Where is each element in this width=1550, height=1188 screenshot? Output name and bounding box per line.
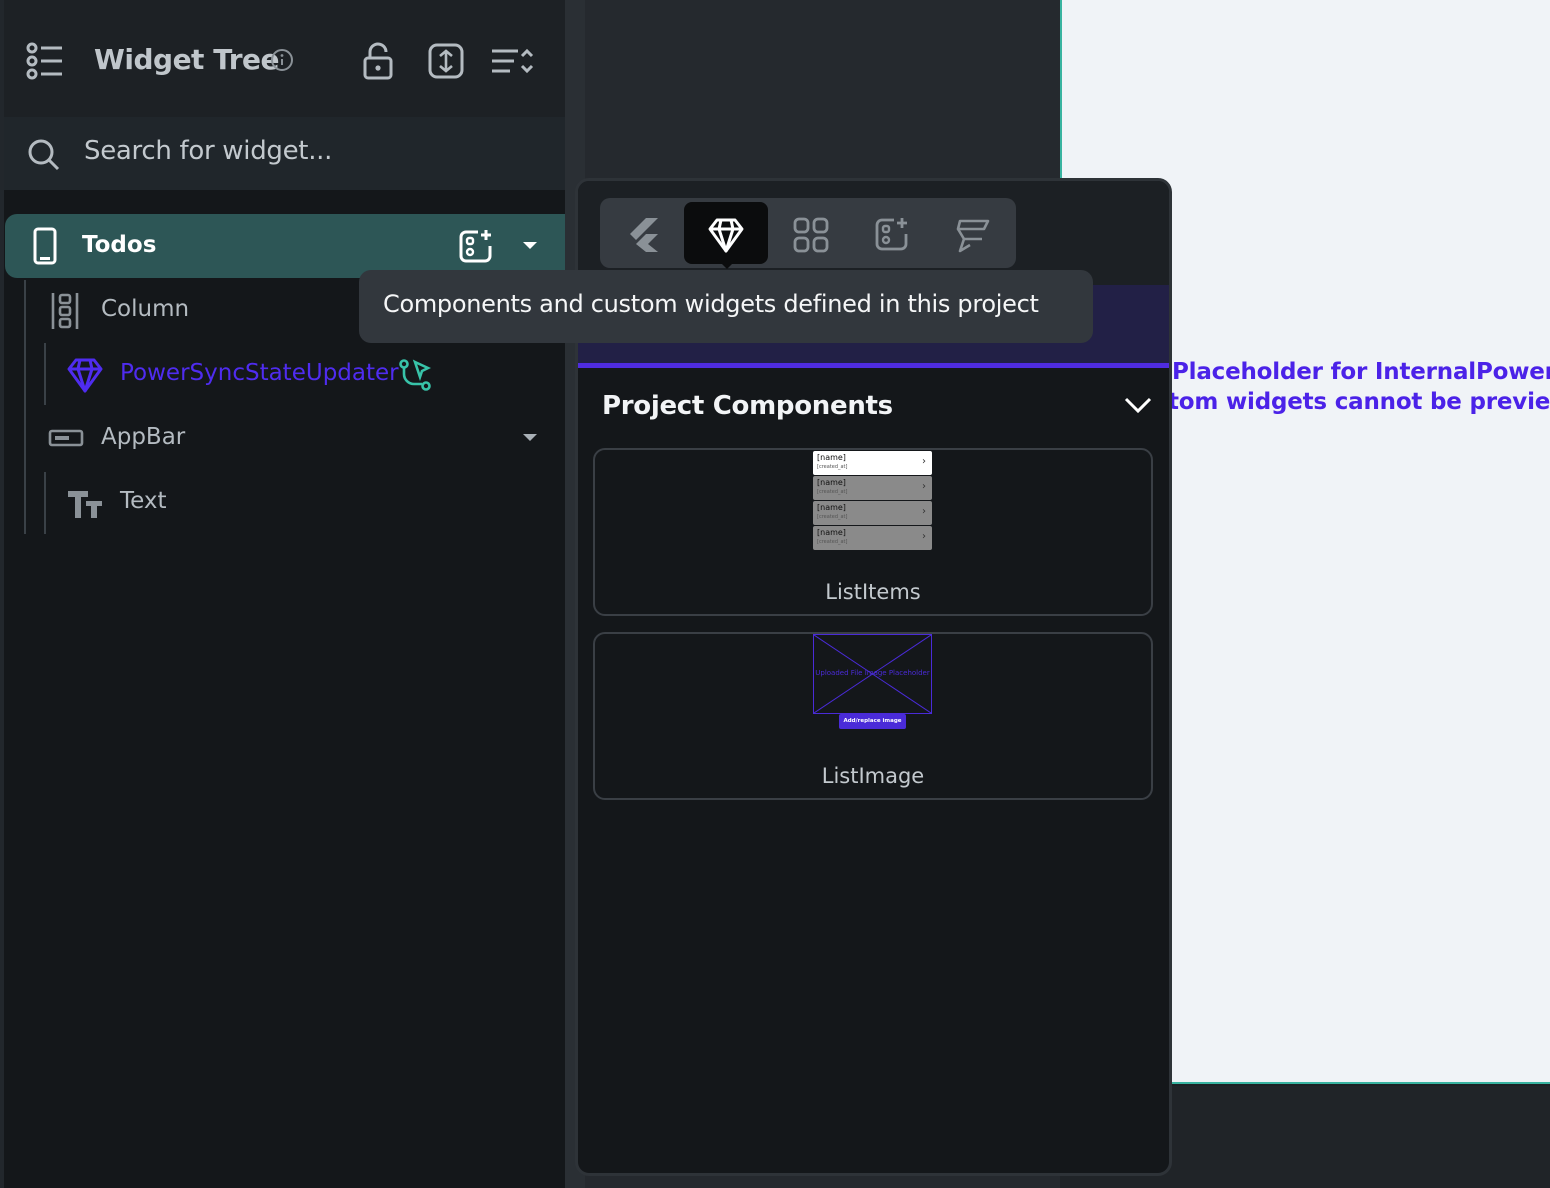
panel-title: Widget Tree — [94, 43, 280, 76]
image-placeholder-text: Uploaded File Image Placeholder — [815, 669, 930, 677]
preview-created: [created_at] — [817, 464, 848, 470]
chevron-right-icon: › — [922, 531, 926, 542]
section-title: Project Components — [602, 391, 893, 421]
list-item: [name] [created_at] › — [813, 526, 932, 550]
component-label: ListItems — [825, 580, 921, 604]
preview-name: [name] — [817, 528, 846, 537]
preview-name: [name] — [817, 478, 846, 487]
tooltip-text: Components and custom widgets defined in… — [383, 290, 1039, 318]
chevron-down-icon[interactable] — [1123, 395, 1153, 415]
appbar-icon — [48, 429, 84, 447]
list-tree-icon[interactable] — [24, 42, 66, 80]
flutter-icon[interactable] — [626, 216, 660, 254]
text-widget-icon — [68, 491, 102, 518]
component-label: ListImage — [821, 764, 925, 788]
tree-guide-line — [44, 343, 46, 405]
preview-created: [created_at] — [817, 539, 848, 545]
phone-page-icon — [33, 227, 57, 265]
tooltip: Components and custom widgets defined in… — [359, 270, 1093, 343]
listitems-preview: [name] [created_at] › [name] [created_at… — [813, 451, 932, 551]
canvas-placeholder-line1: Placeholder for InternalPowerSyn — [1172, 359, 1550, 385]
list-item: [name] [created_at] › — [813, 451, 932, 475]
preview-created: [created_at] — [817, 489, 848, 495]
info-icon[interactable] — [270, 48, 294, 72]
tree-item-appbar[interactable]: AppBar — [101, 424, 185, 450]
sort-options-icon[interactable] — [490, 46, 534, 78]
component-gem-icon — [67, 358, 103, 393]
palette-accent-line — [578, 363, 1169, 368]
chevron-down-icon[interactable] — [522, 433, 538, 443]
expand-vertical-icon[interactable] — [428, 43, 464, 79]
tree-root-label: Todos — [82, 232, 157, 258]
add-replace-image-button: Add/replace image — [839, 714, 906, 729]
action-flow-icon[interactable] — [398, 358, 432, 392]
tree-item-powersyncstateupdater[interactable]: PowerSyncStateUpdater — [120, 360, 399, 386]
library-icon[interactable] — [954, 217, 992, 253]
search-input[interactable]: Search for widget... — [84, 136, 332, 166]
tree-item-column[interactable]: Column — [101, 296, 189, 322]
preview-created: [created_at] — [817, 514, 848, 520]
lock-icon[interactable] — [362, 42, 394, 80]
component-card-listitems[interactable]: [name] [created_at] › [name] [created_at… — [593, 448, 1153, 616]
chevron-right-icon: › — [922, 481, 926, 492]
search-icon — [28, 139, 60, 171]
add-component-icon[interactable] — [458, 228, 494, 264]
tree-guide-line — [44, 472, 46, 534]
add-component-icon[interactable] — [874, 216, 910, 252]
canvas-placeholder-line2: tom widgets cannot be previewed — [1168, 389, 1550, 415]
chevron-right-icon: › — [922, 506, 926, 517]
preview-name: [name] — [817, 453, 846, 462]
listimage-preview: Uploaded File Image Placeholder — [813, 634, 932, 714]
chevron-right-icon: › — [922, 456, 926, 467]
tree-item-text[interactable]: Text — [120, 488, 167, 514]
column-icon — [51, 293, 79, 329]
tree-guide-line — [24, 280, 26, 534]
component-gem-icon — [708, 218, 744, 253]
component-card-listimage[interactable]: Uploaded File Image Placeholder Add/repl… — [593, 632, 1153, 800]
preview-name: [name] — [817, 503, 846, 512]
list-item: [name] [created_at] › — [813, 476, 932, 500]
tab-caret — [717, 259, 737, 269]
grid-widgets-icon[interactable] — [793, 217, 829, 253]
flutterflow-editor: Widget Tree Search for widget... Todos C… — [0, 0, 1550, 1188]
list-item: [name] [created_at] › — [813, 501, 932, 525]
chevron-down-icon[interactable] — [522, 241, 538, 251]
